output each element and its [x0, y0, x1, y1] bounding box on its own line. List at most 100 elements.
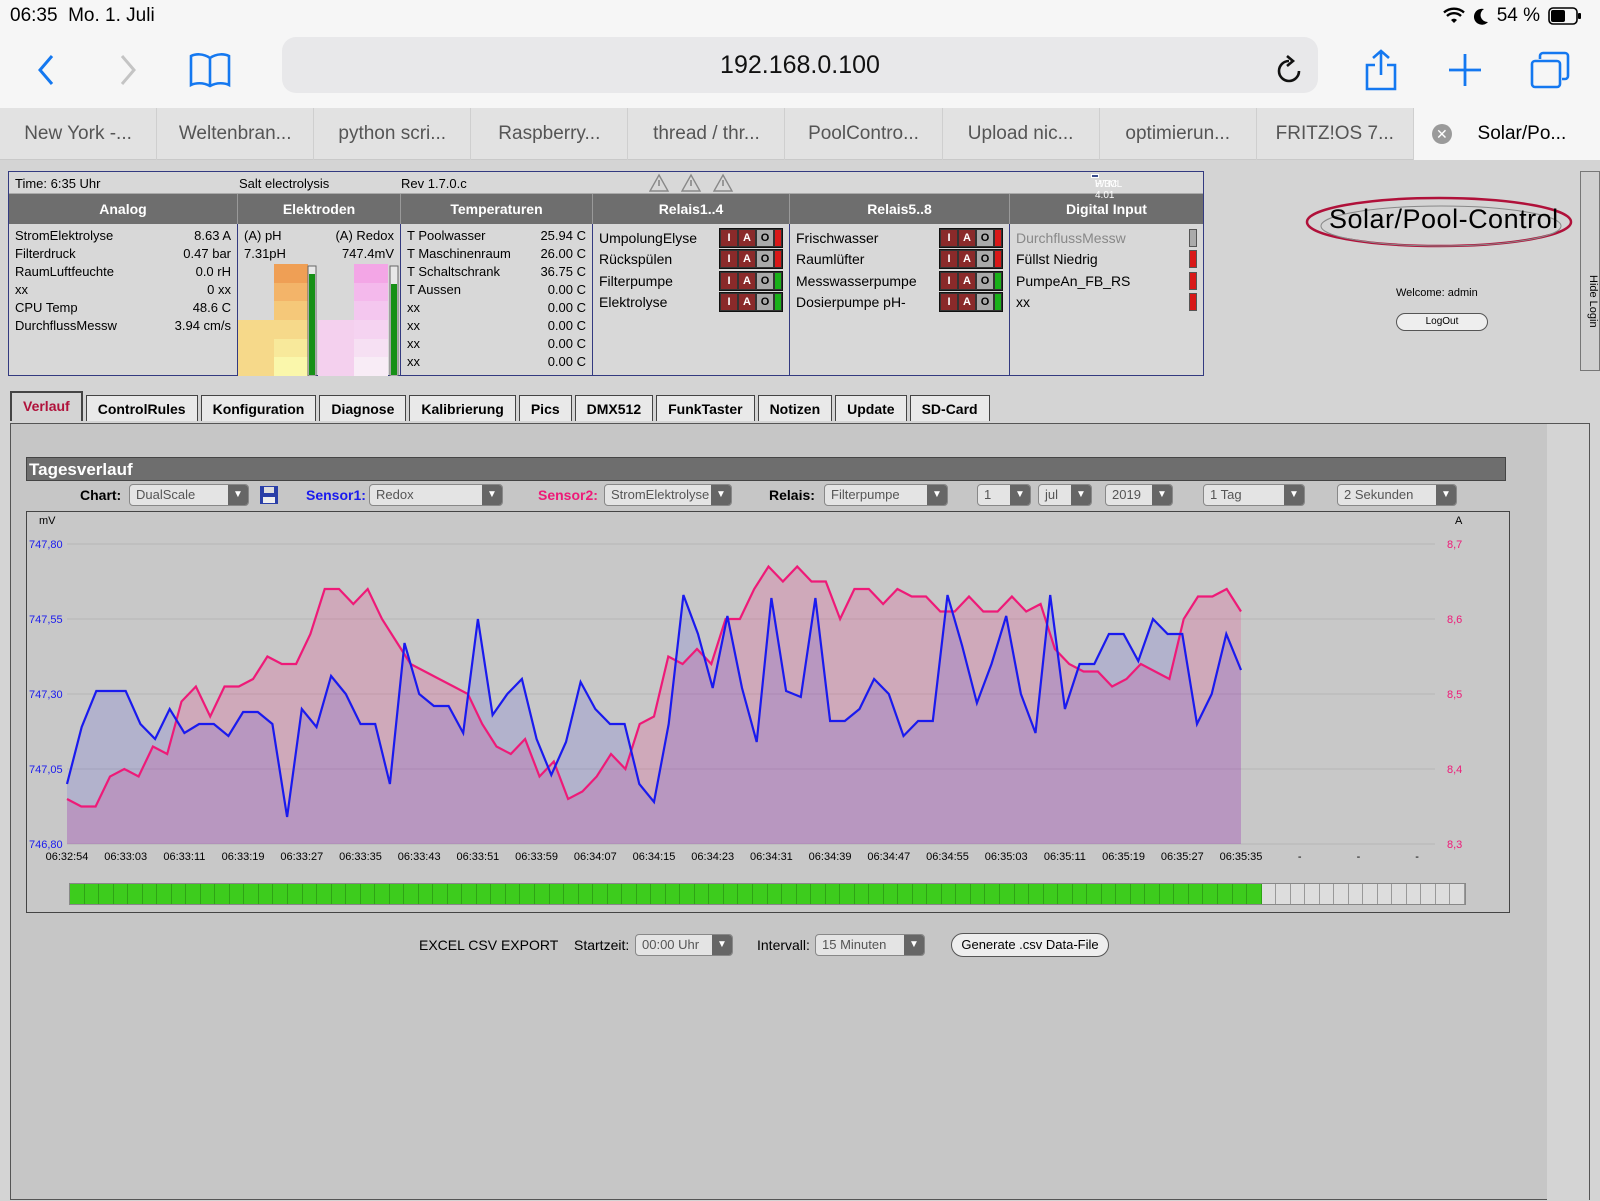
tab-funktaster[interactable]: FunkTaster — [656, 395, 755, 421]
hide-login-toggle[interactable]: Hide Login — [1580, 171, 1600, 371]
relay-switch[interactable]: IAO — [939, 292, 1003, 313]
analog-row: DurchflussMessw 3.94 cm/s — [15, 318, 231, 333]
range-select[interactable]: 1 Tag ▼ — [1203, 484, 1305, 506]
chart-type-select[interactable]: DualScale ▼ — [129, 484, 249, 506]
digital-input-indicator — [1189, 271, 1197, 290]
interval-select[interactable]: 2 Sekunden ▼ — [1337, 484, 1457, 506]
relay-mode-i[interactable]: I — [941, 251, 957, 268]
relay-switch[interactable]: IAO — [719, 270, 783, 291]
browser-tab[interactable]: Upload nic... — [943, 108, 1100, 160]
month-select[interactable]: jul ▼ — [1038, 484, 1092, 506]
browser-tab[interactable]: Raspberry... — [471, 108, 629, 160]
progress-cell — [1247, 884, 1262, 904]
progress-cell — [476, 884, 492, 904]
tagesverlauf-title: Tagesverlauf — [26, 457, 1506, 481]
relay-mode-a[interactable]: A — [739, 272, 755, 289]
relay-mode-o[interactable]: O — [977, 229, 993, 246]
relay-row: Rückspülen I A O — [593, 249, 789, 271]
relay-mode-o[interactable]: O — [977, 272, 993, 289]
relay-mode-i[interactable]: I — [721, 251, 737, 268]
sensor2-select[interactable]: StromElektrolyse ▼ — [604, 484, 732, 506]
sensor1-select[interactable]: Redox ▼ — [369, 484, 503, 506]
tab-verlauf[interactable]: Verlauf — [10, 391, 83, 421]
new-tab-button[interactable] — [1441, 46, 1489, 94]
progress-cell — [1320, 884, 1335, 904]
relay-switch[interactable]: IAO — [719, 227, 783, 248]
relais-select[interactable]: Filterpumpe ▼ — [824, 484, 948, 506]
reload-icon[interactable] — [1274, 49, 1304, 105]
generate-csv-button[interactable]: Generate .csv Data-File — [951, 933, 1109, 957]
progress-cell — [1101, 884, 1117, 904]
startzeit-select[interactable]: 00:00 Uhr ▼ — [635, 934, 733, 956]
browser-tab[interactable]: thread / thr... — [628, 108, 786, 160]
relay-mode-a[interactable]: A — [959, 251, 975, 268]
progress-cell — [1378, 884, 1393, 904]
tab-controlrules[interactable]: ControlRules — [85, 395, 198, 421]
relay-mode-i[interactable]: I — [941, 294, 957, 311]
close-tab-icon[interactable]: ✕ — [1431, 124, 1452, 144]
share-button[interactable] — [1357, 46, 1405, 94]
tab-diagnose[interactable]: Diagnose — [319, 395, 407, 421]
relay-mode-a[interactable]: A — [739, 229, 755, 246]
progress-cell — [404, 884, 419, 904]
relay-switch[interactable]: IAO — [719, 249, 783, 270]
url-field[interactable]: 192.168.0.100 — [282, 37, 1318, 93]
digital-input-name: PumpeAn_FB_RS — [1016, 272, 1131, 289]
progress-cell — [70, 884, 85, 904]
intervall-select[interactable]: 15 Minuten ▼ — [815, 934, 925, 956]
relay-mode-a[interactable]: A — [739, 294, 755, 311]
back-button[interactable] — [22, 46, 70, 94]
relay-mode-a[interactable]: A — [959, 272, 975, 289]
relay-switch[interactable]: IAO — [719, 292, 783, 313]
browser-tab[interactable]: New York -... — [0, 108, 158, 160]
forward-button[interactable] — [104, 46, 152, 94]
relay-mode-i[interactable]: I — [721, 272, 737, 289]
browser-tab[interactable]: optimierun... — [1100, 108, 1257, 160]
relay-switch[interactable]: IAO — [939, 249, 1003, 270]
y1-unit-label: mV — [39, 515, 56, 527]
browser-tab[interactable]: FRITZ!OS 7... — [1257, 108, 1414, 160]
relay-mode-o[interactable]: O — [757, 251, 773, 268]
browser-tab[interactable]: python scri... — [314, 108, 472, 160]
relay-switch[interactable]: IAO — [939, 270, 1003, 291]
relay-switch[interactable]: IAO — [939, 227, 1003, 248]
relay-mode-i[interactable]: I — [941, 229, 957, 246]
relay-mode-o[interactable]: O — [757, 229, 773, 246]
tab-notizen[interactable]: Notizen — [757, 395, 833, 421]
analog-column: StromElektrolyse 8.63 A Filterdruck 0.47 b… — [9, 224, 238, 375]
progress-cell — [1072, 884, 1088, 904]
relay-mode-o[interactable]: O — [977, 251, 993, 268]
tab-konfiguration[interactable]: Konfiguration — [200, 395, 317, 421]
relay-mode-a[interactable]: A — [959, 229, 975, 246]
tab-update[interactable]: Update — [835, 395, 907, 421]
relay-mode-o[interactable]: O — [757, 272, 773, 289]
verlauf-panel: Tagesverlauf Chart: DualScale ▼ Sensor1: … — [10, 423, 1590, 1201]
relay-state-indicator — [775, 251, 781, 268]
logout-button[interactable]: LogOut — [1396, 313, 1488, 331]
tab-kalibrierung[interactable]: Kalibrierung — [409, 395, 516, 421]
browser-tab[interactable]: Weltenbran... — [157, 108, 315, 160]
tab-sd-card[interactable]: SD-Card — [909, 395, 990, 421]
relay-mode-a[interactable]: A — [959, 294, 975, 311]
x-tick-label: 06:33:11 — [163, 851, 205, 863]
bookmarks-button[interactable] — [186, 46, 234, 94]
tabs-button[interactable] — [1526, 46, 1574, 94]
y2-unit-label: A — [1455, 515, 1463, 527]
relay-mode-o[interactable]: O — [977, 294, 993, 311]
tab-dmx512[interactable]: DMX512 — [574, 395, 654, 421]
relay-mode-i[interactable]: I — [721, 229, 737, 246]
x-tick-label: 06:33:43 — [398, 851, 441, 863]
save-icon[interactable] — [259, 485, 279, 508]
relay-mode-i[interactable]: I — [721, 294, 737, 311]
browser-tab-active[interactable]: ✕ Solar/Po... — [1413, 108, 1600, 160]
year-select[interactable]: 2019 ▼ — [1105, 484, 1173, 506]
browser-tab[interactable]: PoolContro... — [785, 108, 943, 160]
y2-tick-label: 8,5 — [1447, 689, 1462, 701]
relay-mode-a[interactable]: A — [739, 251, 755, 268]
day-select[interactable]: 1 ▼ — [977, 484, 1031, 506]
relay-row: Messwasserpumpe I A O — [790, 270, 1009, 292]
relay-mode-o[interactable]: O — [757, 294, 773, 311]
relay-mode-i[interactable]: I — [941, 272, 957, 289]
relay-name: Elektrolyse — [599, 294, 668, 311]
tab-pics[interactable]: Pics — [518, 395, 572, 421]
